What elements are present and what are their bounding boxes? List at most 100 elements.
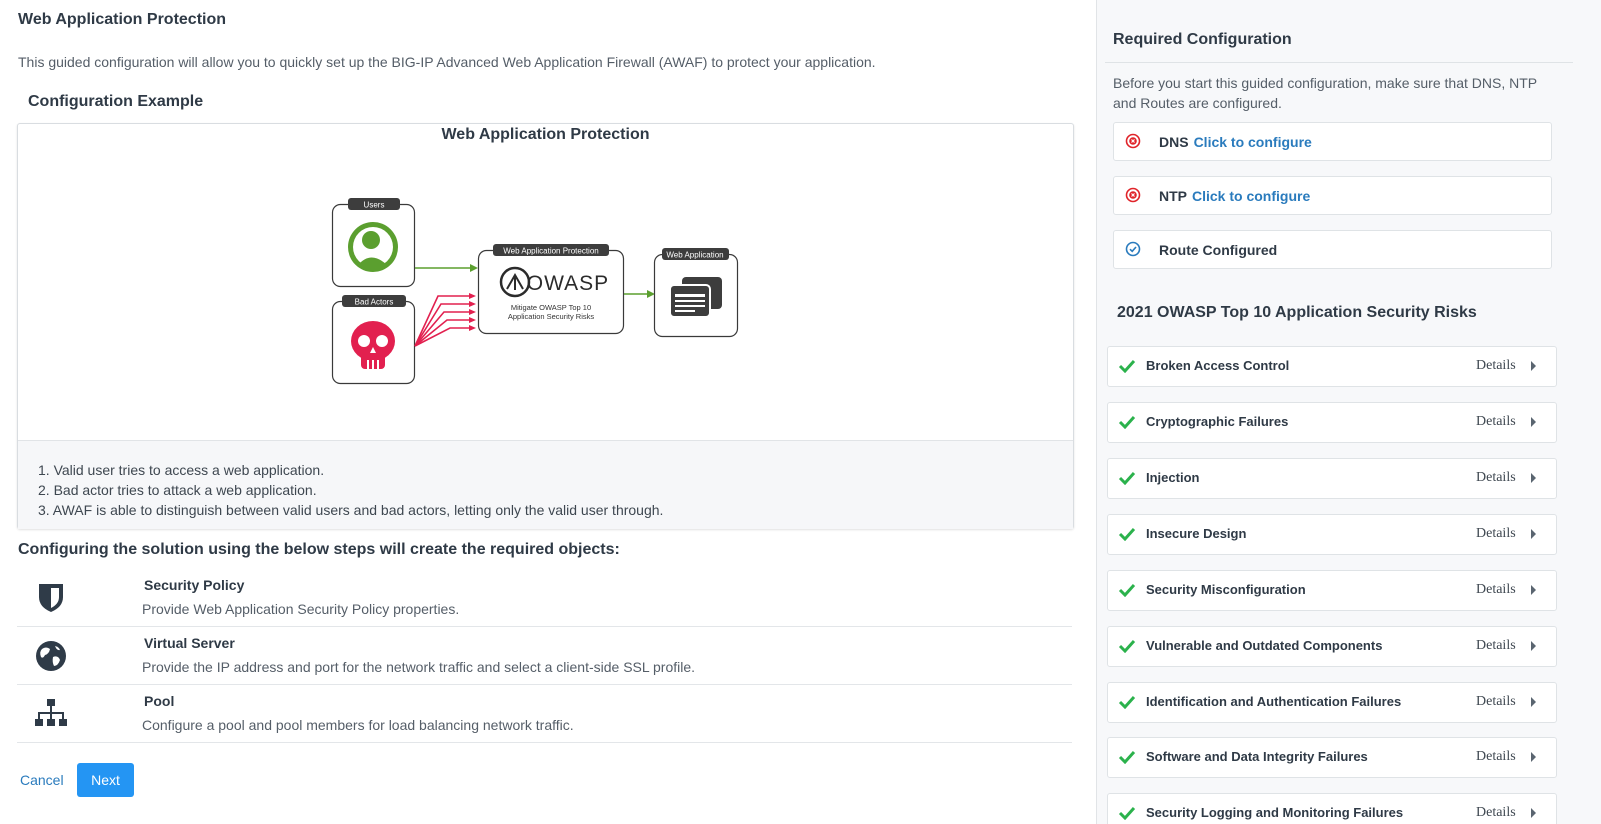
details-link[interactable]: Details xyxy=(1476,526,1516,542)
details-link[interactable]: Details xyxy=(1476,414,1516,430)
example-step: 1. Valid user tries to access a web appl… xyxy=(38,462,325,478)
config-step-description: Provide the IP address and port for the … xyxy=(142,659,696,675)
risk-item[interactable]: Broken Access Control Details xyxy=(1107,346,1557,387)
green-check-icon xyxy=(1118,527,1136,541)
mitigate-line1: Mitigate OWASP Top 10 xyxy=(511,303,591,312)
caret-right-icon[interactable] xyxy=(1531,752,1536,762)
caret-right-icon[interactable] xyxy=(1531,473,1536,483)
owasp-top10-title: 2021 OWASP Top 10 Application Security R… xyxy=(1117,304,1477,321)
requirement-ntp: NTP Click to configure xyxy=(1113,176,1552,215)
protection-label: Web Application Protection xyxy=(503,247,598,256)
architecture-diagram: Users Bad Actors Web Application Protect… xyxy=(331,198,739,385)
intro-text: This guided configuration will allow you… xyxy=(18,54,876,70)
attack-traffic-arrows xyxy=(414,295,471,347)
requirement-label: DNS xyxy=(1159,134,1189,150)
bad-actors-label: Bad Actors xyxy=(355,298,394,307)
configuration-example-title: Configuration Example xyxy=(28,93,204,110)
configuring-title: Configuring the solution using the below… xyxy=(18,541,620,558)
details-link[interactable]: Details xyxy=(1476,638,1516,654)
risk-item[interactable]: Software and Data Integrity Failures Det… xyxy=(1107,737,1557,778)
to-webapp-arrow xyxy=(624,290,655,298)
risk-name: Cryptographic Failures xyxy=(1146,414,1289,429)
globe-icon xyxy=(36,641,66,671)
green-check-icon xyxy=(1118,583,1136,597)
attack-arrowheads xyxy=(469,293,476,331)
details-link[interactable]: Details xyxy=(1476,358,1516,374)
users-node: Users xyxy=(331,198,416,288)
next-button[interactable]: Next xyxy=(77,763,134,797)
requirement-route: Route Configured xyxy=(1113,230,1552,269)
risk-item[interactable]: Cryptographic Failures Details xyxy=(1107,402,1557,443)
config-step-pool: Pool Configure a pool and pool members f… xyxy=(17,685,1072,743)
dns-configure-link[interactable]: Click to configure xyxy=(1194,134,1312,150)
risk-item[interactable]: Security Misconfiguration Details xyxy=(1107,570,1557,611)
error-circle-icon xyxy=(1125,133,1141,149)
risk-item[interactable]: Security Logging and Monitoring Failures… xyxy=(1107,793,1557,824)
good-traffic-arrow xyxy=(415,264,478,272)
risk-item[interactable]: Identification and Authentication Failur… xyxy=(1107,682,1557,723)
caret-right-icon[interactable] xyxy=(1531,417,1536,427)
required-configuration-intro: Before you start this guided configurati… xyxy=(1113,75,1537,111)
details-link[interactable]: Details xyxy=(1476,694,1516,710)
mitigate-line2: Application Security Risks xyxy=(508,312,595,321)
config-step-description: Configure a pool and pool members for lo… xyxy=(142,717,574,733)
configuration-example-panel: Web Application Protection Users Bad Act… xyxy=(17,123,1074,529)
risk-name: Software and Data Integrity Failures xyxy=(1146,749,1368,764)
cancel-link[interactable]: Cancel xyxy=(20,772,64,788)
green-check-icon xyxy=(1118,639,1136,653)
risk-name: Injection xyxy=(1146,470,1200,485)
caret-right-icon[interactable] xyxy=(1531,697,1536,707)
green-check-icon xyxy=(1118,359,1136,373)
caret-right-icon[interactable] xyxy=(1531,361,1536,371)
config-step-description: Provide Web Application Security Policy … xyxy=(142,601,460,617)
example-steps: 1. Valid user tries to access a web appl… xyxy=(18,440,1073,529)
config-step-title: Security Policy xyxy=(144,577,245,593)
risk-name: Broken Access Control xyxy=(1146,358,1290,373)
required-configuration-panel: Required Configuration Before you start … xyxy=(1096,0,1601,824)
divider xyxy=(1105,62,1573,63)
caret-right-icon[interactable] xyxy=(1531,808,1536,818)
details-link[interactable]: Details xyxy=(1476,805,1516,821)
ntp-configure-link[interactable]: Click to configure xyxy=(1192,188,1310,204)
caret-right-icon[interactable] xyxy=(1531,529,1536,539)
risk-item[interactable]: Vulnerable and Outdated Components Detai… xyxy=(1107,626,1557,667)
web-application-node: Web Application xyxy=(653,248,739,338)
webapp-label: Web Application xyxy=(666,251,723,260)
caret-right-icon[interactable] xyxy=(1531,641,1536,651)
risk-item[interactable]: Insecure Design Details xyxy=(1107,514,1557,555)
risk-name: Security Logging and Monitoring Failures xyxy=(1146,805,1404,820)
example-step: 3. AWAF is able to distinguish between v… xyxy=(38,502,664,518)
config-step-title: Pool xyxy=(144,693,175,709)
config-step-title: Virtual Server xyxy=(144,635,235,651)
details-link[interactable]: Details xyxy=(1476,749,1516,765)
owasp-wordmark: OWASP xyxy=(527,272,609,295)
caret-right-icon[interactable] xyxy=(1531,585,1536,595)
sitemap-icon xyxy=(35,699,67,726)
green-check-icon xyxy=(1118,695,1136,709)
required-configuration-title: Required Configuration xyxy=(1113,31,1292,48)
shield-icon xyxy=(39,584,63,612)
error-circle-icon xyxy=(1125,187,1141,203)
requirement-dns: DNS Click to configure xyxy=(1113,122,1552,161)
example-step: 2. Bad actor tries to attack a web appli… xyxy=(38,482,317,498)
check-circle-icon xyxy=(1125,241,1141,257)
details-link[interactable]: Details xyxy=(1476,470,1516,486)
main-panel: Web Application Protection This guided c… xyxy=(0,0,1095,824)
requirement-label: NTP xyxy=(1159,188,1187,204)
bad-actors-node: Bad Actors xyxy=(331,295,416,385)
users-label: Users xyxy=(364,201,385,210)
green-check-icon xyxy=(1118,471,1136,485)
risk-name: Insecure Design xyxy=(1146,526,1247,541)
risk-name: Identification and Authentication Failur… xyxy=(1146,694,1402,709)
green-check-icon xyxy=(1118,750,1136,764)
risk-item[interactable]: Injection Details xyxy=(1107,458,1557,499)
green-check-icon xyxy=(1118,415,1136,429)
config-step-security-policy: Security Policy Provide Web Application … xyxy=(17,569,1072,627)
green-check-icon xyxy=(1118,806,1136,820)
page-title: Web Application Protection xyxy=(18,11,227,28)
web-app-protection-node: Web Application Protection OWASP Mitigat… xyxy=(477,244,625,335)
details-link[interactable]: Details xyxy=(1476,582,1516,598)
requirement-label: Route Configured xyxy=(1159,242,1278,258)
risk-name: Security Misconfiguration xyxy=(1146,582,1306,597)
user-icon xyxy=(348,222,398,272)
